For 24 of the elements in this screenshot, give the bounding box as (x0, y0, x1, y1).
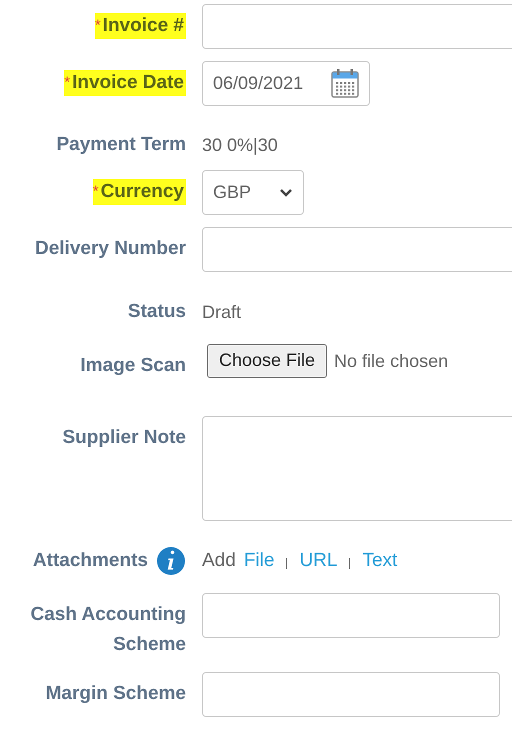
attachment-link[interactable]: File (244, 546, 274, 576)
field-label: Invoice # (100, 13, 186, 39)
required-mark: * (94, 13, 101, 39)
field-label: Cash Accounting Scheme (29, 603, 186, 658)
currency-select[interactable]: GBP (202, 170, 304, 215)
field-value: 30 0%|30 (202, 134, 278, 158)
attachment-link[interactable]: Text (362, 546, 398, 576)
required-mark: * (64, 70, 70, 96)
add-label: Add (202, 548, 236, 573)
attachment-link[interactable]: URL (299, 546, 338, 576)
field-label: Delivery Number (34, 237, 186, 262)
field-label: Attachments (32, 548, 148, 573)
field-label: Image Scan (80, 354, 186, 378)
field-label: Status (128, 300, 186, 324)
field-label: Supplier Note (62, 426, 186, 450)
field-label: Payment Term (56, 133, 186, 158)
required-mark: * (92, 178, 99, 205)
date-field[interactable]: 06/09/2021 (202, 60, 370, 106)
field-label: Currency (98, 178, 186, 205)
field-label: Margin Scheme (46, 682, 186, 706)
choose-file-button[interactable]: Choose File (207, 344, 328, 378)
file-status: No file chosen (334, 350, 448, 373)
field-label: Invoice Date (70, 70, 186, 96)
field-value: Draft (202, 300, 242, 324)
